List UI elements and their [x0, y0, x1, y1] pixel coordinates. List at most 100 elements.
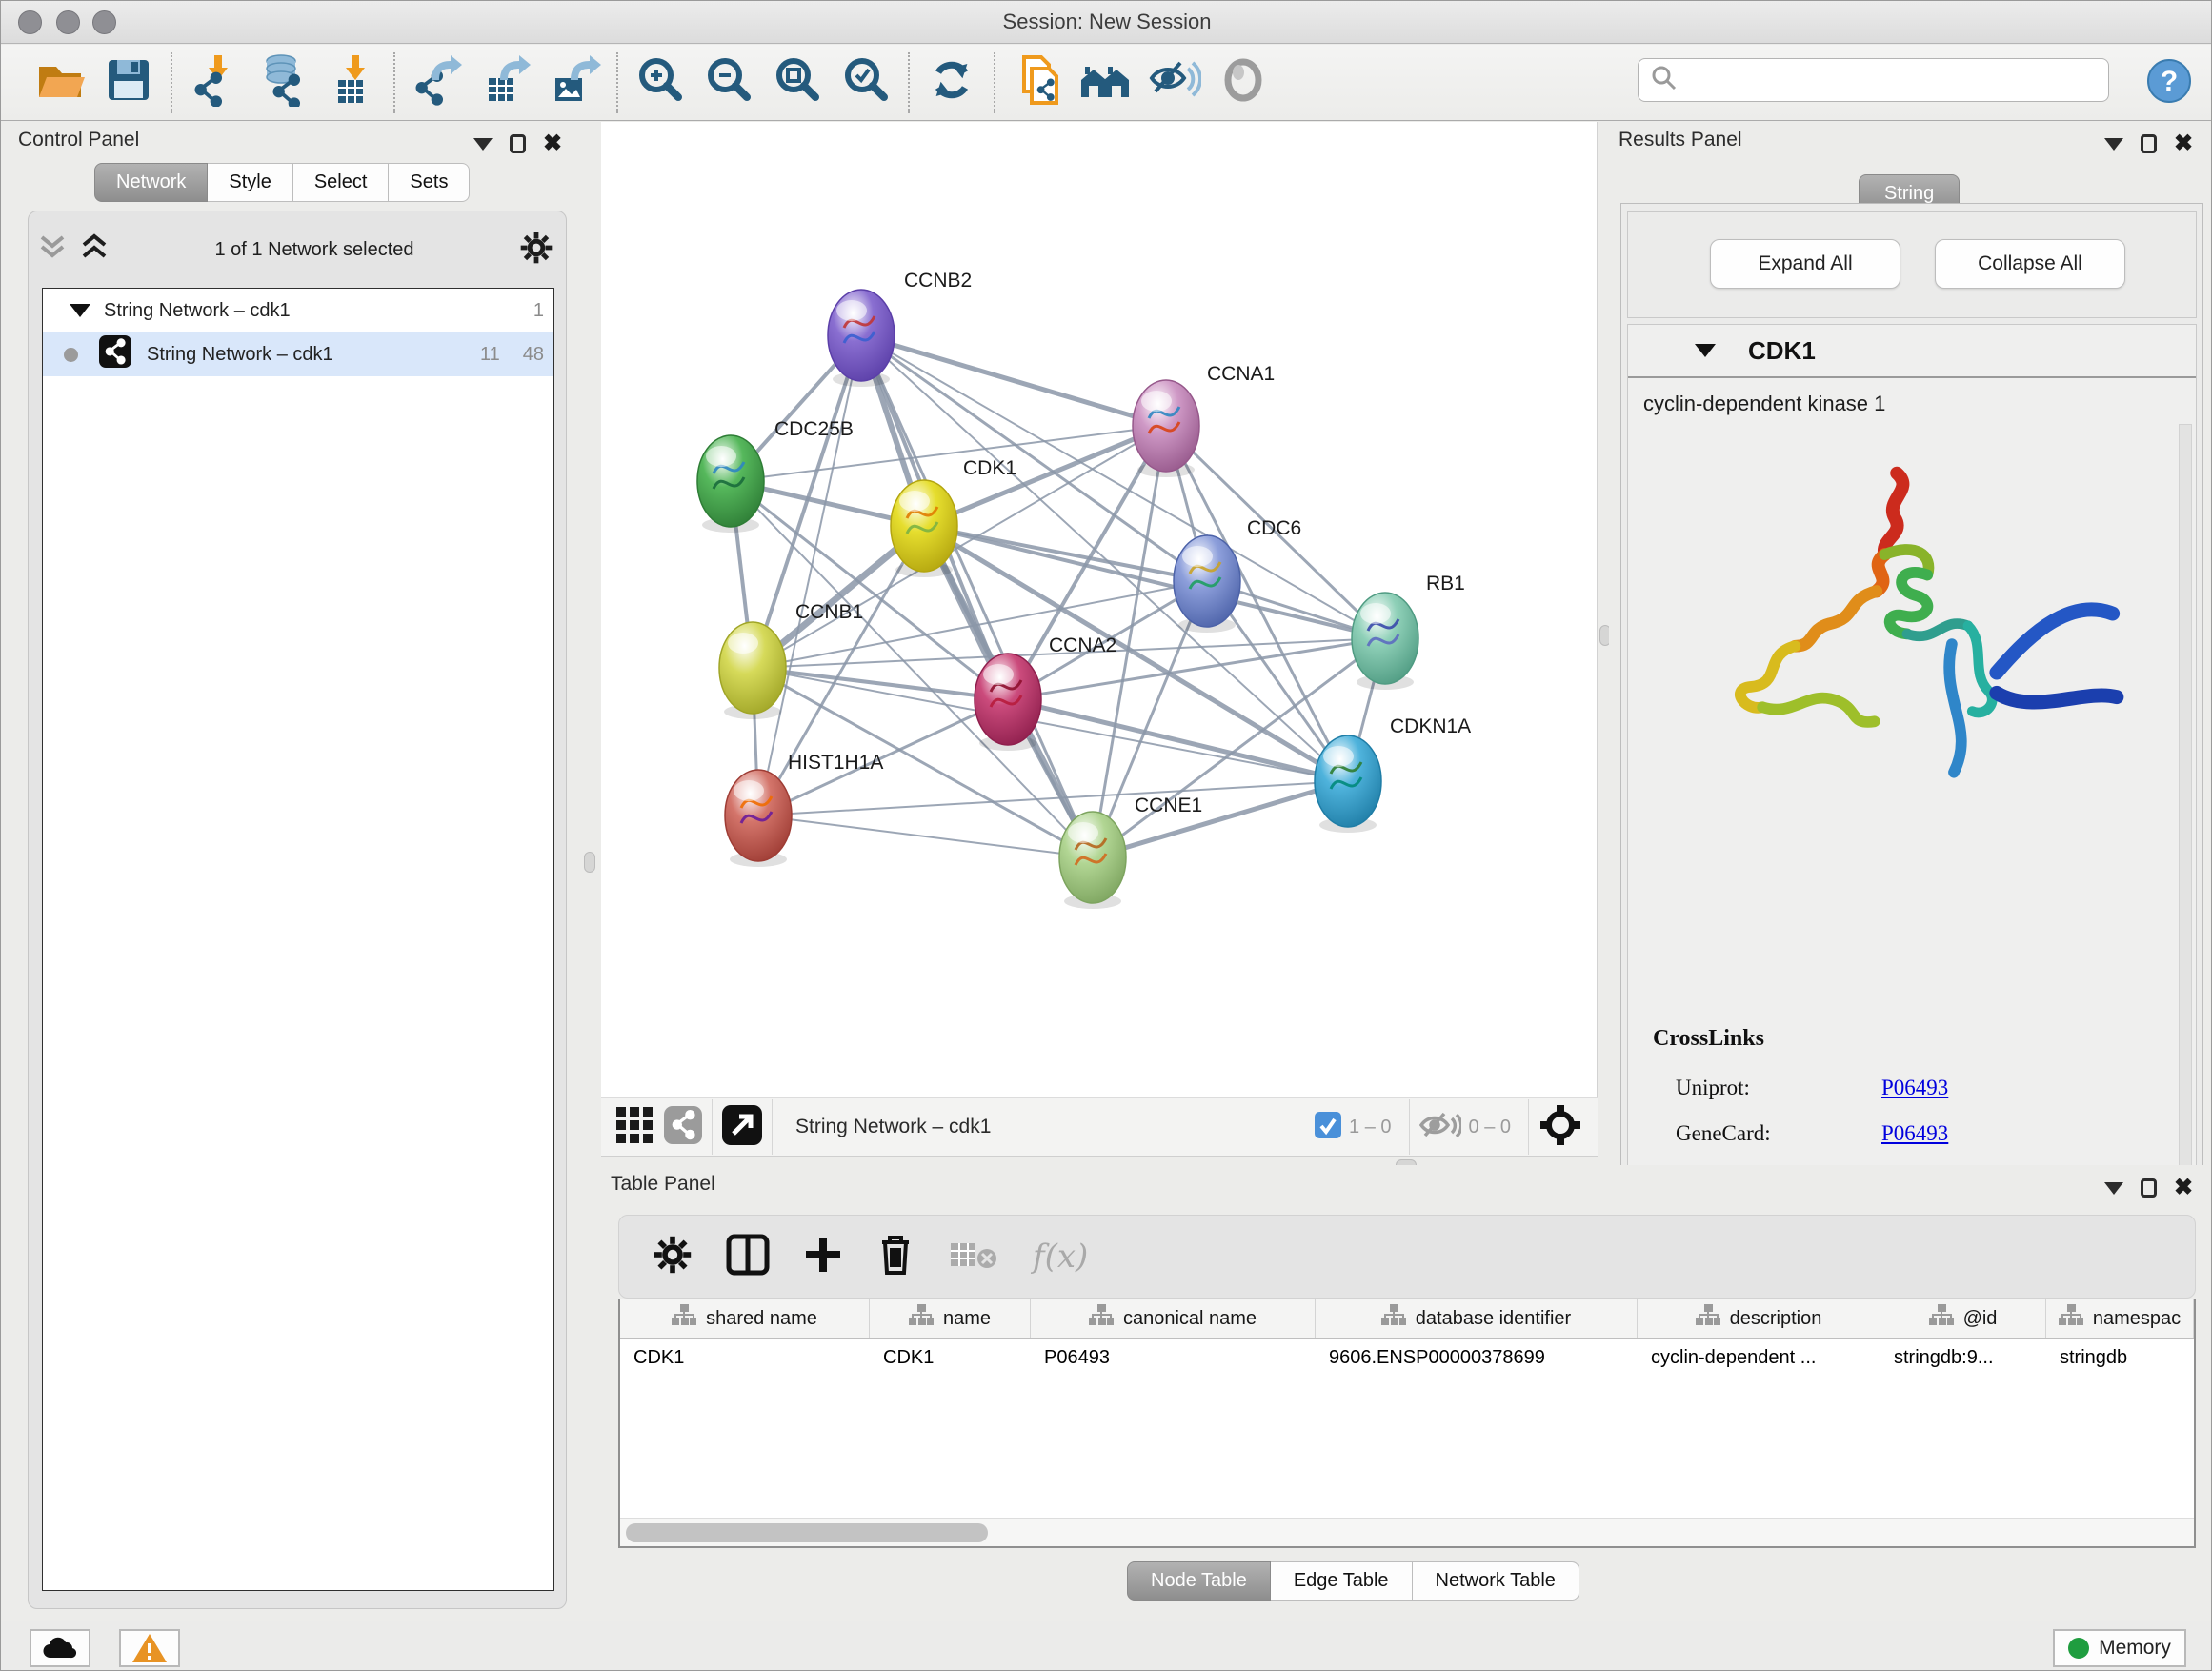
column-header-shared-name[interactable]: shared name [620, 1299, 870, 1338]
open-session-button[interactable] [26, 51, 94, 114]
table-cell[interactable]: P06493 [1031, 1339, 1316, 1381]
open-in-browser-icon[interactable] [722, 1105, 762, 1150]
table-cell[interactable]: cyclin-dependent ... [1638, 1339, 1880, 1381]
export-image-button[interactable] [540, 51, 609, 114]
network-options-gear-icon[interactable] [520, 232, 553, 269]
network-node-CCNA1[interactable]: CCNA1 [1133, 363, 1275, 477]
tab-select[interactable]: Select [293, 163, 390, 202]
cloud-button[interactable] [30, 1629, 90, 1667]
tab-style[interactable]: Style [208, 163, 292, 202]
memory-button[interactable]: Memory [2053, 1629, 2186, 1667]
collapse-panel-icon[interactable] [2104, 138, 2123, 151]
show-all-button[interactable] [1209, 51, 1277, 114]
import-table-file-button[interactable] [317, 51, 386, 114]
tab-node-table[interactable]: Node Table [1127, 1561, 1271, 1601]
network-canvas[interactable]: CCNB2 CCNA1 CDC25B CDK1 CDC6 RB1 CCNB1 [601, 122, 1598, 1097]
export-table-button[interactable] [472, 51, 540, 114]
import-network-file-button[interactable] [180, 51, 249, 114]
table-row[interactable]: CDK1CDK1P064939606.ENSP00000378699cyclin… [620, 1339, 2194, 1381]
zoom-in-button[interactable] [626, 51, 694, 114]
network-label: String Network – cdk1 [147, 344, 333, 366]
tab-edge-table[interactable]: Edge Table [1271, 1561, 1413, 1601]
collection-expanded-icon[interactable] [70, 304, 90, 317]
first-neighbors-button[interactable] [1072, 51, 1140, 114]
collapse-all-button[interactable]: Collapse All [1935, 239, 2125, 289]
network-node-CDKN1A[interactable]: CDKN1A [1315, 715, 1471, 833]
collapse-panel-icon[interactable] [2104, 1182, 2123, 1195]
zoom-out-button[interactable] [694, 51, 763, 114]
table-cell[interactable]: CDK1 [620, 1339, 870, 1381]
network-node-RB1[interactable]: RB1 [1352, 573, 1465, 690]
tab-network-table[interactable]: Network Table [1413, 1561, 1579, 1601]
table-cell[interactable]: stringdb [2046, 1339, 2194, 1381]
string-network-icon[interactable] [664, 1106, 702, 1149]
close-panel-icon[interactable]: ✖ [543, 132, 562, 155]
table-settings-gear-icon[interactable] [654, 1236, 692, 1278]
column-header-name[interactable]: name [870, 1299, 1031, 1338]
network-tab-body: 1 of 1 Network selected String Network –… [28, 211, 567, 1609]
table-cell[interactable]: stringdb:9... [1880, 1339, 2046, 1381]
add-column-icon[interactable] [804, 1236, 842, 1278]
left-splitter-grip[interactable] [584, 852, 595, 873]
zoom-fit-button[interactable] [763, 51, 832, 114]
column-header-namespac[interactable]: namespac [2046, 1299, 2194, 1338]
gene-entry-header[interactable]: CDK1 [1628, 325, 2196, 378]
duplicate-network-button[interactable] [1003, 51, 1072, 114]
column-header--id[interactable]: @id [1880, 1299, 2046, 1338]
tab-network[interactable]: Network [94, 163, 208, 202]
table-horizontal-scrollbar[interactable] [620, 1518, 2194, 1546]
entry-expanded-icon[interactable] [1695, 344, 1716, 357]
hide-selected-button[interactable] [1140, 51, 1209, 114]
refresh-layout-button[interactable] [917, 51, 986, 114]
warnings-button[interactable] [119, 1629, 180, 1667]
results-vertical-scrollbar[interactable] [2179, 424, 2192, 1220]
crosslinks-title: CrossLinks [1653, 1026, 2105, 1052]
float-panel-icon[interactable] [510, 134, 526, 153]
network-collection-row[interactable]: String Network – cdk1 1 [43, 289, 553, 332]
node-label: CCNA1 [1207, 363, 1275, 385]
network-tree: String Network – cdk1 1 String Network –… [42, 288, 554, 1591]
fit-selected-crosshair-icon[interactable] [1538, 1103, 1582, 1152]
network-edge[interactable] [758, 335, 861, 815]
selected-checkbox-icon[interactable] [1315, 1112, 1341, 1143]
grid-view-icon[interactable] [616, 1107, 653, 1148]
scrollbar-thumb[interactable] [626, 1523, 988, 1542]
import-network-database-button[interactable] [249, 51, 317, 114]
crosslink-link[interactable]: P06493 [1881, 1121, 1948, 1146]
collapse-all-networks-icon[interactable] [80, 232, 109, 269]
network-node-CCNE1[interactable]: CCNE1 [1059, 795, 1202, 909]
network-edge[interactable] [1008, 699, 1348, 781]
zoom-selected-button[interactable] [832, 51, 900, 114]
network-node-CDC6[interactable]: CDC6 [1174, 517, 1301, 633]
delete-column-icon[interactable] [876, 1233, 915, 1281]
export-network-button[interactable] [403, 51, 472, 114]
node-table[interactable]: shared name name canonical name database… [618, 1299, 2196, 1548]
crosslink-link[interactable]: P06493 [1881, 1076, 1948, 1100]
collapse-panel-icon[interactable] [473, 138, 493, 151]
network-edge[interactable] [758, 815, 1093, 857]
network-edge[interactable] [861, 335, 1093, 857]
show-columns-icon[interactable] [726, 1234, 770, 1280]
help-button[interactable]: ? [2146, 58, 2192, 104]
network-edge[interactable] [1093, 781, 1348, 857]
table-cell[interactable]: CDK1 [870, 1339, 1031, 1381]
network-edge[interactable] [753, 668, 1008, 699]
close-panel-icon[interactable]: ✖ [2174, 1177, 2193, 1199]
float-panel-icon[interactable] [2141, 1178, 2157, 1198]
network-node-CCNB2[interactable]: CCNB2 [828, 270, 972, 387]
expand-all-button[interactable]: Expand All [1710, 239, 1900, 289]
search-input[interactable] [1638, 58, 2109, 102]
network-edge[interactable] [861, 335, 1166, 426]
network-row[interactable]: String Network – cdk1 11 48 [43, 332, 553, 376]
save-session-button[interactable] [94, 51, 163, 114]
tab-sets[interactable]: Sets [389, 163, 470, 202]
expand-all-networks-icon[interactable] [38, 232, 67, 269]
close-panel-icon[interactable]: ✖ [2174, 132, 2193, 155]
export-network-icon [411, 53, 464, 111]
search-icon [1650, 64, 1679, 97]
column-header-canonical-name[interactable]: canonical name [1031, 1299, 1316, 1338]
column-header-database-identifier[interactable]: database identifier [1316, 1299, 1638, 1338]
table-cell[interactable]: 9606.ENSP00000378699 [1316, 1339, 1638, 1381]
column-header-description[interactable]: description [1638, 1299, 1880, 1338]
float-panel-icon[interactable] [2141, 134, 2157, 153]
